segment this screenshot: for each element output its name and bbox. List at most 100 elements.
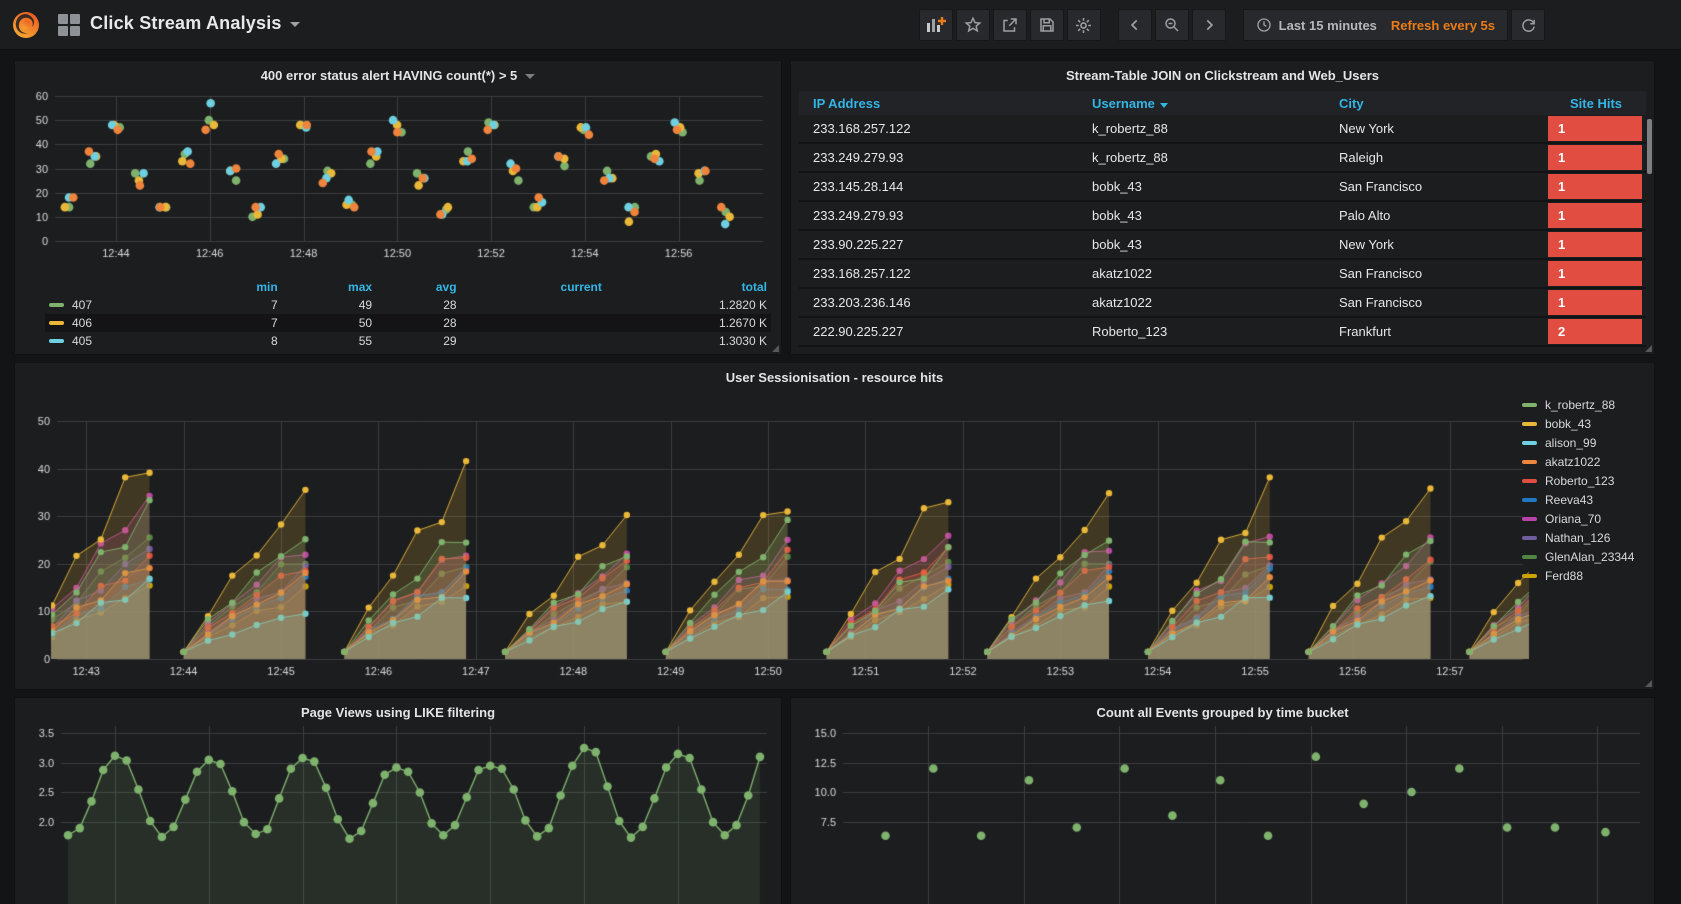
top-navbar: Click Stream Analysis <box>0 0 1681 50</box>
panel-400-error-status: 400 error status alert HAVING count(*) >… <box>14 60 782 355</box>
column-header-site-hits[interactable]: Site Hits <box>1546 96 1646 111</box>
legend-header-row: min max avg current total <box>45 279 771 296</box>
cell-city: San Francisco <box>1339 295 1546 310</box>
table-row: 233.145.28.144bobk_43San Francisco1 <box>799 173 1646 202</box>
cell-username: bobk_43 <box>1092 237 1339 252</box>
legend-min-value: 7 <box>195 296 281 314</box>
grafana-logo[interactable] <box>10 9 42 41</box>
cell-username: akatz1022 <box>1092 295 1339 310</box>
legend-max-value: 55 <box>282 332 376 350</box>
panel-title[interactable]: Count all Events grouped by time bucket <box>791 698 1654 722</box>
table-row: 233.168.257.122k_robertz_88New York1 <box>799 115 1646 144</box>
panel-title[interactable]: User Sessionisation - resource hits <box>15 363 1654 387</box>
cell-ip: 233.168.257.122 <box>799 121 1092 136</box>
time-forward-button[interactable] <box>1192 9 1226 41</box>
cell-username: k_robertz_88 <box>1092 121 1339 136</box>
legend-series-toggle[interactable]: Oriana_70 <box>1522 509 1640 528</box>
panel-title[interactable]: 400 error status alert HAVING count(*) >… <box>15 61 781 85</box>
site-hits-badge: 1 <box>1548 232 1642 257</box>
legend-series-toggle[interactable]: 407 <box>45 296 195 314</box>
legend-series-toggle[interactable]: alison_99 <box>1522 433 1640 452</box>
panel-event-counts: Count all Events grouped by time bucket <box>790 697 1655 904</box>
legend-avg-value: 28 <box>376 314 460 332</box>
table-scrollbar-thumb[interactable] <box>1647 119 1652 174</box>
cell-site-hits: 1 <box>1546 114 1646 143</box>
legend-row: 405855291.3030 K <box>45 332 771 350</box>
site-hits-badge: 1 <box>1548 261 1642 286</box>
series-color-swatch <box>1522 574 1537 578</box>
legend-series-toggle[interactable]: Reeva43 <box>1522 490 1640 509</box>
time-range-picker[interactable]: Last 15 minutes Refresh every 5s <box>1243 9 1508 41</box>
dashboards-grid-icon[interactable] <box>58 14 80 36</box>
series-color-swatch <box>1522 536 1537 540</box>
event-counts-chart[interactable] <box>797 726 1650 904</box>
dashboard-toolbar: Last 15 minutes Refresh every 5s <box>916 9 1545 41</box>
cell-city: Palo Alto <box>1339 208 1546 223</box>
time-back-button[interactable] <box>1118 9 1152 41</box>
time-range-label: Last 15 minutes <box>1279 18 1377 33</box>
panel-resize-handle[interactable] <box>772 345 779 352</box>
column-header-city[interactable]: City <box>1339 96 1546 111</box>
panel-page-views: Page Views using LIKE filtering <box>14 697 782 904</box>
series-color-swatch <box>1522 403 1537 407</box>
legend-series-toggle[interactable]: Ferd88 <box>1522 566 1640 585</box>
site-hits-badge: 2 <box>1548 319 1642 344</box>
legend-series-toggle[interactable]: 406 <box>45 314 195 332</box>
panel-resize-handle[interactable] <box>1645 680 1652 687</box>
zoom-out-button[interactable] <box>1155 9 1189 41</box>
chevron-down-icon <box>290 22 300 27</box>
site-hits-badge: 1 <box>1548 145 1642 170</box>
star-button[interactable] <box>956 9 990 41</box>
cell-city: New York <box>1339 121 1546 136</box>
refresh-icon <box>1520 17 1537 34</box>
cell-site-hits: 1 <box>1546 288 1646 317</box>
column-header-username[interactable]: Username <box>1092 96 1339 111</box>
cell-site-hits: 1 <box>1546 259 1646 288</box>
cell-site-hits: 2 <box>1546 317 1646 346</box>
refresh-button[interactable] <box>1511 9 1545 41</box>
cell-city: San Francisco <box>1339 179 1546 194</box>
series-color-swatch <box>1522 460 1537 464</box>
save-button[interactable] <box>1030 9 1064 41</box>
series-color-swatch <box>1522 498 1537 502</box>
legend-series-toggle[interactable]: k_robertz_88 <box>1522 395 1640 414</box>
chevron-left-icon <box>1128 17 1142 33</box>
panel-resize-handle[interactable] <box>1645 345 1652 352</box>
legend-series-toggle[interactable]: GlenAlan_23344 <box>1522 547 1640 566</box>
settings-gear-icon <box>1074 16 1093 35</box>
sessionisation-legend: k_robertz_88bobk_43alison_99akatz1022Rob… <box>1522 395 1640 585</box>
zoom-out-icon <box>1163 16 1181 34</box>
column-header-ip[interactable]: IP Address <box>799 96 1092 111</box>
cell-site-hits: 1 <box>1546 201 1646 230</box>
page-views-chart[interactable] <box>21 726 777 904</box>
legend-series-toggle[interactable]: Roberto_123 <box>1522 471 1640 490</box>
share-button[interactable] <box>993 9 1027 41</box>
add-panel-button[interactable] <box>919 9 953 41</box>
site-hits-badge: 1 <box>1548 290 1642 315</box>
panel-stream-table-join: Stream-Table JOIN on Clickstream and Web… <box>790 60 1655 355</box>
cell-username: bobk_43 <box>1092 208 1339 223</box>
panel-title[interactable]: Stream-Table JOIN on Clickstream and Web… <box>791 61 1654 85</box>
legend-series-toggle[interactable]: Nathan_126 <box>1522 528 1640 547</box>
dashboard-title[interactable]: Click Stream Analysis <box>90 13 300 34</box>
legend-avg-value: 29 <box>376 332 460 350</box>
legend-series-toggle[interactable]: bobk_43 <box>1522 414 1640 433</box>
legend-header-max: max <box>282 279 376 296</box>
legend-series-toggle[interactable]: akatz1022 <box>1522 452 1640 471</box>
legend-series-toggle[interactable]: 405 <box>45 332 195 350</box>
chevron-right-icon <box>1202 17 1216 33</box>
series-color-swatch <box>1522 517 1537 521</box>
legend-header-current: current <box>461 279 606 296</box>
errors-scatter-chart[interactable] <box>21 87 777 275</box>
table-row: 222.90.225.227Roberto_123Frankfurt2 <box>799 318 1646 347</box>
series-color-swatch <box>49 321 64 325</box>
sort-caret-icon <box>1160 103 1168 108</box>
plus-icon <box>938 17 946 25</box>
sessionisation-chart[interactable] <box>21 387 1533 685</box>
chevron-down-icon <box>525 74 535 79</box>
cell-ip: 233.249.279.93 <box>799 150 1092 165</box>
legend-avg-value: 28 <box>376 296 460 314</box>
cell-username: bobk_43 <box>1092 179 1339 194</box>
settings-button[interactable] <box>1067 9 1101 41</box>
panel-title[interactable]: Page Views using LIKE filtering <box>15 698 781 722</box>
